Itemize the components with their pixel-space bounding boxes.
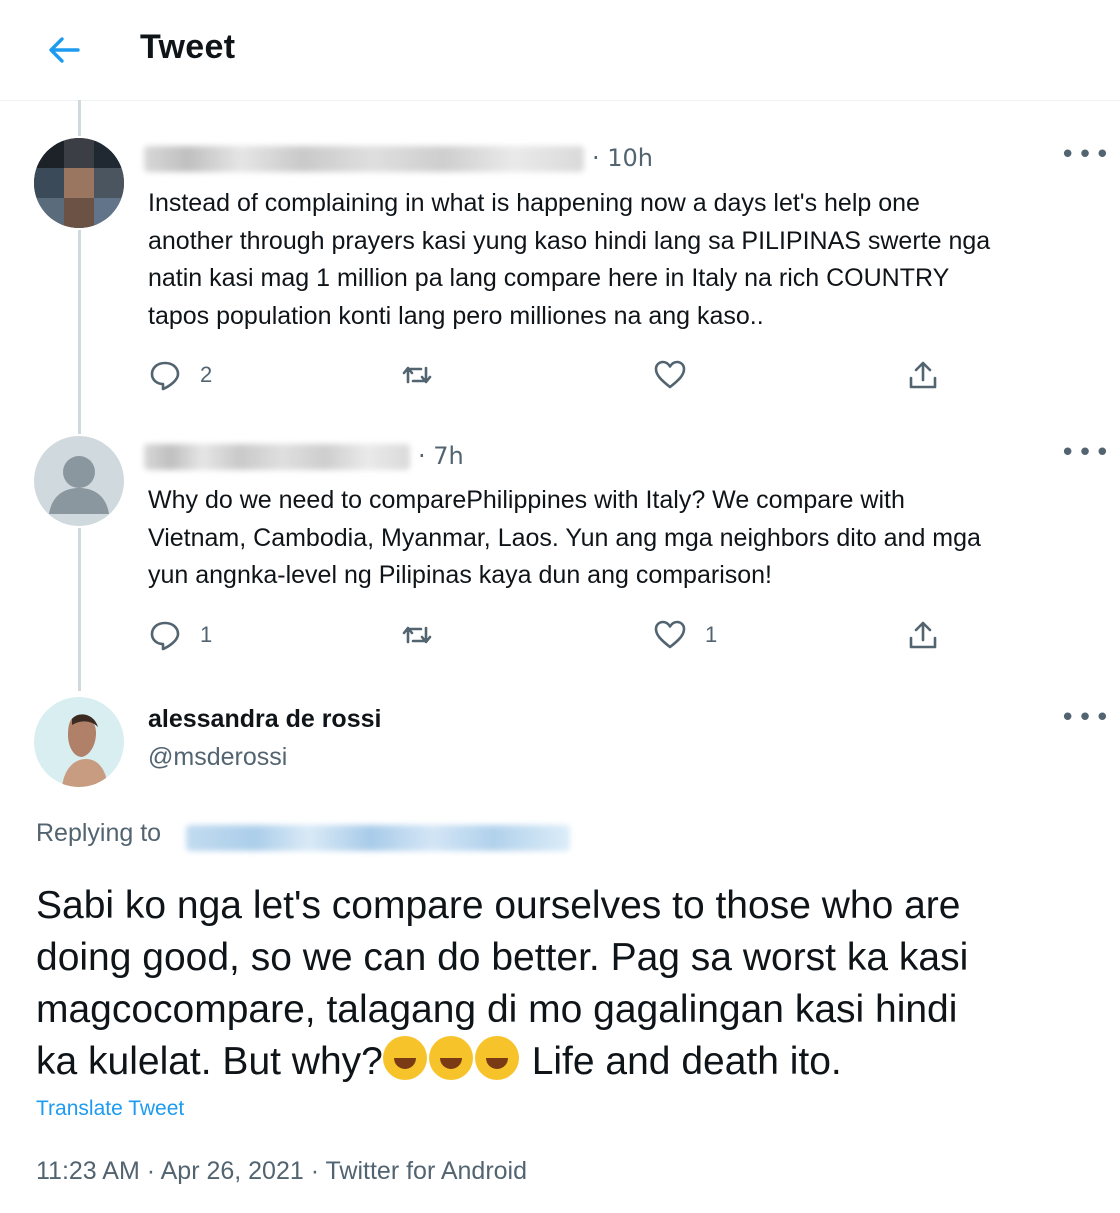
tweet-meta: 11:23 AM · Apr 26, 2021 · Twitter for An… (36, 1157, 528, 1185)
heart-icon (654, 620, 686, 649)
timestamp[interactable]: · 10h (592, 144, 653, 172)
thread-connector (78, 100, 81, 136)
reply-button[interactable]: 1 (148, 615, 212, 655)
translate-tweet-link[interactable]: Translate Tweet (36, 1097, 184, 1121)
reply-icon (150, 621, 180, 651)
rofl-emoji-icon (382, 1036, 427, 1080)
text-line: Sabi ko nga let's compare ourselves to t… (36, 884, 961, 927)
text-segment: Life and death ito. (520, 1040, 842, 1083)
share-icon (909, 621, 937, 649)
text-segment: ka kulelat. But why? (36, 1040, 383, 1083)
share-button[interactable] (906, 355, 940, 395)
text-line: Why do we need to comparePhilippines wit… (148, 486, 905, 514)
reply-button[interactable]: 2 (148, 355, 212, 395)
display-name[interactable]: alessandra de rossi (148, 705, 381, 734)
tweet-text: Sabi ko nga let's compare ourselves to t… (36, 880, 1086, 1088)
blurred-username (144, 444, 410, 470)
timestamp[interactable]: · 7h (418, 442, 464, 470)
share-icon (909, 361, 937, 389)
avatar-default[interactable] (34, 436, 124, 526)
more-options-icon[interactable]: ••• (1060, 140, 1112, 170)
user-handle[interactable]: @msderossi (148, 743, 287, 772)
text-line: another through prayers kasi yung kaso h… (148, 226, 991, 255)
text-line: Instead of complaining in what is happen… (148, 189, 920, 217)
blurred-mentions[interactable] (186, 825, 570, 851)
retweet-icon (402, 366, 432, 384)
like-button[interactable] (653, 355, 687, 395)
heart-icon (654, 360, 686, 389)
action-bar: 2 (148, 355, 948, 395)
like-count: 1 (705, 622, 718, 647)
reply-text: Instead of complaining in what is happen… (148, 185, 990, 335)
more-options-icon[interactable]: ••• (1060, 703, 1112, 733)
reply-text: Why do we need to comparePhilippines wit… (148, 482, 981, 595)
reply-count: 1 (200, 622, 213, 647)
retweet-icon (402, 626, 432, 644)
thread-connector (78, 528, 81, 691)
text-line: magcocompare, talagang di mo gagalingan … (36, 988, 958, 1031)
action-bar: 1 1 (148, 615, 948, 655)
share-button[interactable] (906, 615, 940, 655)
avatar[interactable] (34, 697, 124, 787)
rofl-emoji-icon (474, 1036, 519, 1080)
top-bar: Tweet (0, 0, 1120, 101)
text-line: natin kasi mag 1 million pa lang compare… (148, 264, 950, 292)
text-line: doing good, so we can do better. Pag sa … (36, 936, 969, 979)
thread-connector (78, 230, 81, 434)
retweet-button[interactable] (400, 355, 434, 395)
reply-icon (150, 361, 180, 391)
more-options-icon[interactable]: ••• (1060, 438, 1112, 468)
blurred-username (144, 146, 584, 172)
back-arrow-icon[interactable] (44, 32, 84, 68)
reply-count: 2 (200, 362, 213, 387)
rofl-emoji-icon (428, 1036, 473, 1080)
text-line: ka kulelat. But why? Life and death ito. (36, 1036, 1086, 1088)
text-line: tapos population konti lang pero million… (148, 301, 764, 330)
page-title: Tweet (140, 28, 236, 66)
replying-to-label: Replying to (36, 819, 162, 847)
text-line: yun angnka-level ng Pilipinas kaya dun a… (148, 561, 772, 589)
avatar[interactable] (34, 138, 124, 228)
text-line: Vietnam, Cambodia, Myanmar, Laos. Yun an… (148, 523, 981, 552)
retweet-button[interactable] (400, 615, 434, 655)
like-button[interactable]: 1 (653, 615, 717, 655)
